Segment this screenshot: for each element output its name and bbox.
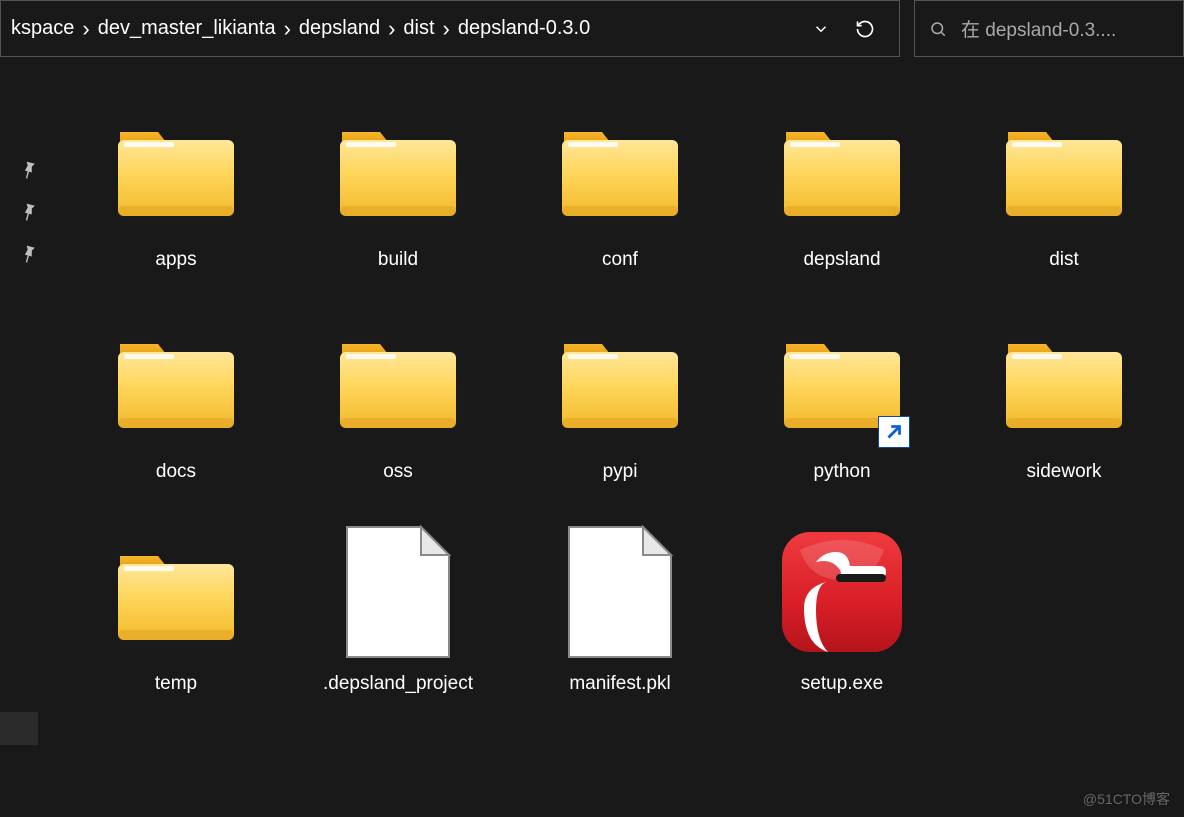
- folder-item[interactable]: apps: [92, 98, 260, 308]
- folder-item[interactable]: dist: [980, 98, 1148, 308]
- folder-icon: [106, 98, 246, 238]
- folder-item[interactable]: temp: [92, 522, 260, 732]
- breadcrumb-segment[interactable]: kspace: [5, 13, 80, 44]
- item-label: pypi: [603, 460, 638, 484]
- file-item[interactable]: .depsland_project: [314, 522, 482, 732]
- refresh-button[interactable]: [841, 1, 889, 56]
- history-dropdown-button[interactable]: [801, 1, 841, 56]
- folder-icon: [772, 310, 912, 450]
- item-label: python: [813, 460, 870, 484]
- shortcut-arrow-icon: [878, 416, 910, 448]
- item-label: conf: [602, 248, 638, 272]
- breadcrumb-segment[interactable]: dev_master_likianta: [92, 13, 282, 44]
- refresh-icon: [855, 19, 875, 39]
- folder-item[interactable]: oss: [314, 310, 482, 520]
- pin-icon[interactable]: [16, 242, 40, 266]
- item-label: manifest.pkl: [569, 672, 670, 696]
- folder-icon: [772, 98, 912, 238]
- folder-item[interactable]: depsland: [758, 98, 926, 308]
- item-label: temp: [155, 672, 197, 696]
- app-icon: [772, 522, 912, 662]
- search-placeholder: 在 depsland-0.3....: [961, 15, 1183, 42]
- folder-icon: [550, 98, 690, 238]
- pin-icon[interactable]: [16, 158, 40, 182]
- chevron-right-icon: ›: [441, 16, 452, 42]
- sidebar: [0, 58, 56, 817]
- item-label: setup.exe: [801, 672, 883, 696]
- search-icon: [915, 20, 961, 38]
- item-label: oss: [383, 460, 413, 484]
- item-label: docs: [156, 460, 196, 484]
- folder-item[interactable]: python: [758, 310, 926, 520]
- item-label: build: [378, 248, 418, 272]
- folder-icon: [106, 522, 246, 662]
- file-icon: [328, 522, 468, 662]
- chevron-down-icon: [812, 20, 830, 38]
- address-bar: kspace›dev_master_likianta›depsland›dist…: [0, 0, 1184, 58]
- folder-icon: [328, 98, 468, 238]
- breadcrumb-segment[interactable]: dist: [397, 13, 440, 44]
- chevron-right-icon: ›: [282, 16, 293, 42]
- file-item[interactable]: manifest.pkl: [536, 522, 704, 732]
- breadcrumb-segment[interactable]: depsland-0.3.0: [452, 13, 596, 44]
- pin-icon[interactable]: [16, 200, 40, 224]
- folder-item[interactable]: build: [314, 98, 482, 308]
- nav-selection-edge: [0, 712, 38, 745]
- file-icon: [550, 522, 690, 662]
- app-item[interactable]: setup.exe: [758, 522, 926, 732]
- watermark-text: @51CTO博客: [1083, 789, 1170, 809]
- item-label: apps: [155, 248, 196, 272]
- folder-icon: [994, 98, 1134, 238]
- search-input[interactable]: 在 depsland-0.3....: [914, 0, 1184, 57]
- folder-item[interactable]: docs: [92, 310, 260, 520]
- folder-item[interactable]: sidework: [980, 310, 1148, 520]
- item-label: dist: [1049, 248, 1079, 272]
- folder-item[interactable]: conf: [536, 98, 704, 308]
- item-label: .depsland_project: [323, 672, 473, 696]
- item-label: depsland: [803, 248, 880, 272]
- breadcrumb: kspace›dev_master_likianta›depsland›dist…: [1, 13, 801, 44]
- file-grid: apps build conf depsland dist docs oss p…: [56, 58, 1184, 817]
- folder-icon: [106, 310, 246, 450]
- folder-icon: [550, 310, 690, 450]
- breadcrumb-box: kspace›dev_master_likianta›depsland›dist…: [0, 0, 900, 57]
- item-label: sidework: [1027, 460, 1102, 484]
- breadcrumb-segment[interactable]: depsland: [293, 13, 386, 44]
- folder-icon: [328, 310, 468, 450]
- folder-icon: [994, 310, 1134, 450]
- chevron-right-icon: ›: [80, 16, 91, 42]
- chevron-right-icon: ›: [386, 16, 397, 42]
- folder-item[interactable]: pypi: [536, 310, 704, 520]
